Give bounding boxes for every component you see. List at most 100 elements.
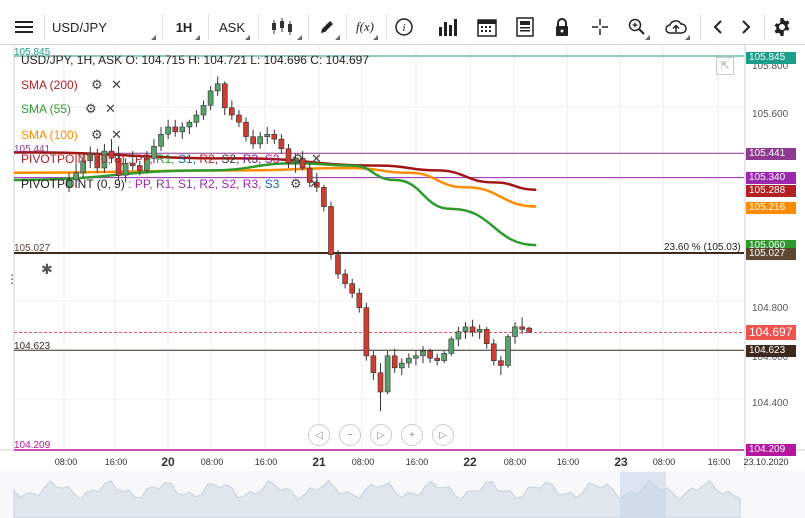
chart-area[interactable]: USD/JPY, 1H, ASK O: 104.715 H: 104.721 L…	[0, 44, 805, 518]
news-button[interactable]	[512, 12, 538, 42]
gear-icon[interactable]: ⚙	[85, 101, 97, 117]
spider-icon[interactable]: ✱	[41, 262, 53, 276]
price-tag-105441: 105.441	[746, 148, 796, 160]
candle	[377, 372, 384, 393]
draw-tool-button[interactable]	[312, 12, 342, 42]
volume-button[interactable]	[434, 12, 462, 42]
close-icon[interactable]: ✕	[111, 127, 122, 143]
calendar-button[interactable]	[474, 12, 500, 42]
candle	[193, 114, 200, 123]
candle	[384, 355, 391, 393]
candle	[363, 307, 370, 357]
zoom-button[interactable]	[622, 12, 652, 42]
settings-button[interactable]	[768, 12, 796, 42]
candle	[186, 121, 193, 128]
nav-zoom-in-button[interactable]: +	[401, 424, 423, 446]
drag-handle-icon[interactable]: ⋮	[6, 273, 18, 286]
bar-chart-icon	[439, 19, 457, 36]
info-button[interactable]: i	[392, 12, 416, 42]
indicators-button[interactable]: f(x)	[350, 12, 380, 42]
candle	[236, 114, 242, 123]
gear-icon[interactable]: ⚙	[91, 127, 103, 143]
candle	[490, 343, 497, 361]
candle	[278, 138, 285, 149]
time-axis-label: 08:00	[503, 457, 527, 467]
cloud-upload-button[interactable]	[660, 12, 692, 42]
candle	[434, 357, 441, 361]
candle	[271, 134, 278, 140]
indicator-pivot-2-label[interactable]: PIVOTPOINT (0, 9) : PP, R1, S1, R2, S2, …	[21, 177, 279, 191]
indicator-sma-55-label[interactable]: SMA (55)	[21, 102, 71, 116]
close-icon[interactable]: ✕	[309, 176, 320, 192]
lock-button[interactable]	[550, 12, 574, 42]
symbol-input[interactable]	[48, 14, 156, 40]
level-label-104623: 104.623	[14, 341, 51, 352]
level-label-105845: 105.845	[14, 47, 51, 58]
crosshair-button[interactable]	[588, 12, 612, 42]
navigator-window	[620, 472, 666, 518]
price-tag-105027: 105.027	[746, 248, 796, 260]
price-axis-tick: 105.600	[752, 109, 789, 120]
price-tag-104697: 104.697	[746, 325, 796, 340]
candle	[207, 90, 214, 106]
cloud-upload-icon	[665, 20, 687, 34]
price-type-label: ASK	[218, 19, 245, 35]
pivot-2-param-pp: : PP,	[128, 177, 153, 191]
candle	[498, 360, 504, 366]
candle	[356, 292, 363, 308]
scroll-left-button[interactable]	[706, 12, 730, 42]
level-label-104209: 104.209	[14, 440, 51, 451]
nav-zoom-out-button[interactable]: −	[339, 424, 361, 446]
zoom-icon	[628, 18, 645, 35]
popout-icon[interactable]: ⇱	[716, 57, 734, 75]
level-label-105441: 105.441	[14, 144, 51, 155]
indicator-sma-100-label[interactable]: SMA (100)	[21, 128, 78, 142]
nav-back-button[interactable]: ◁	[308, 424, 330, 446]
candle	[137, 165, 143, 171]
candle	[405, 357, 412, 364]
nav-reset-button[interactable]: ▷	[370, 424, 392, 446]
candle	[172, 126, 178, 133]
chevron-right-icon	[742, 20, 751, 34]
close-icon[interactable]: ✕	[105, 101, 116, 117]
gear-icon	[774, 18, 790, 36]
price-type-button[interactable]: ASK	[212, 12, 252, 42]
time-axis-label: 16:00	[707, 457, 731, 467]
timeframe-button[interactable]: 1H	[166, 12, 202, 42]
scroll-right-button[interactable]	[734, 12, 758, 42]
gear-icon[interactable]: ⚙	[91, 77, 103, 93]
time-axis-label: 22	[463, 455, 477, 469]
lock-icon	[556, 18, 568, 36]
candlestick-icon	[272, 18, 292, 35]
pivot-2-params: : PP, R1, S1, R2, S2, R3, S3	[128, 177, 279, 191]
nav-forward-button[interactable]: ▷	[432, 424, 454, 446]
gear-icon[interactable]: ⚙	[290, 176, 302, 192]
sma-55-line	[13, 161, 537, 247]
close-icon[interactable]: ✕	[311, 151, 322, 167]
time-axis-label: 16:00	[405, 457, 429, 467]
chart-type-button[interactable]	[262, 12, 304, 42]
chart-header-ohlc: USD/JPY, 1H, ASK O: 104.715 H: 104.721 L…	[21, 53, 370, 67]
crosshair-icon	[592, 19, 608, 35]
fibonacci-label: 23.60 % (105.03)	[664, 242, 741, 253]
price-tag-105216: 105.216	[746, 202, 796, 214]
pivot-1-params: : PP, R1, S1, R2, S2, R3, S3	[128, 152, 279, 166]
candle	[335, 254, 341, 275]
candle	[342, 273, 348, 284]
candle	[455, 331, 462, 340]
candle	[483, 328, 490, 344]
close-icon[interactable]: ✕	[111, 77, 122, 93]
gear-icon[interactable]: ⚙	[292, 151, 304, 167]
price-axis-tick: 104.400	[752, 398, 789, 409]
time-axis-label: 23	[614, 455, 628, 469]
hamburger-icon	[15, 21, 33, 33]
symbol-dropdown[interactable]	[144, 12, 158, 42]
chevron-left-icon	[713, 20, 722, 34]
candle	[420, 350, 426, 357]
candle	[476, 328, 483, 332]
time-axis-label: 16:00	[254, 457, 278, 467]
hamburger-menu-button[interactable]	[10, 12, 38, 42]
indicator-sma-200-label[interactable]: SMA (200)	[21, 78, 78, 92]
pencil-icon	[321, 21, 333, 33]
indicator-pivot-1-label[interactable]: PIVOTPOINT (0, 8) : PP, R1, S1, R2, S2, …	[21, 152, 279, 166]
